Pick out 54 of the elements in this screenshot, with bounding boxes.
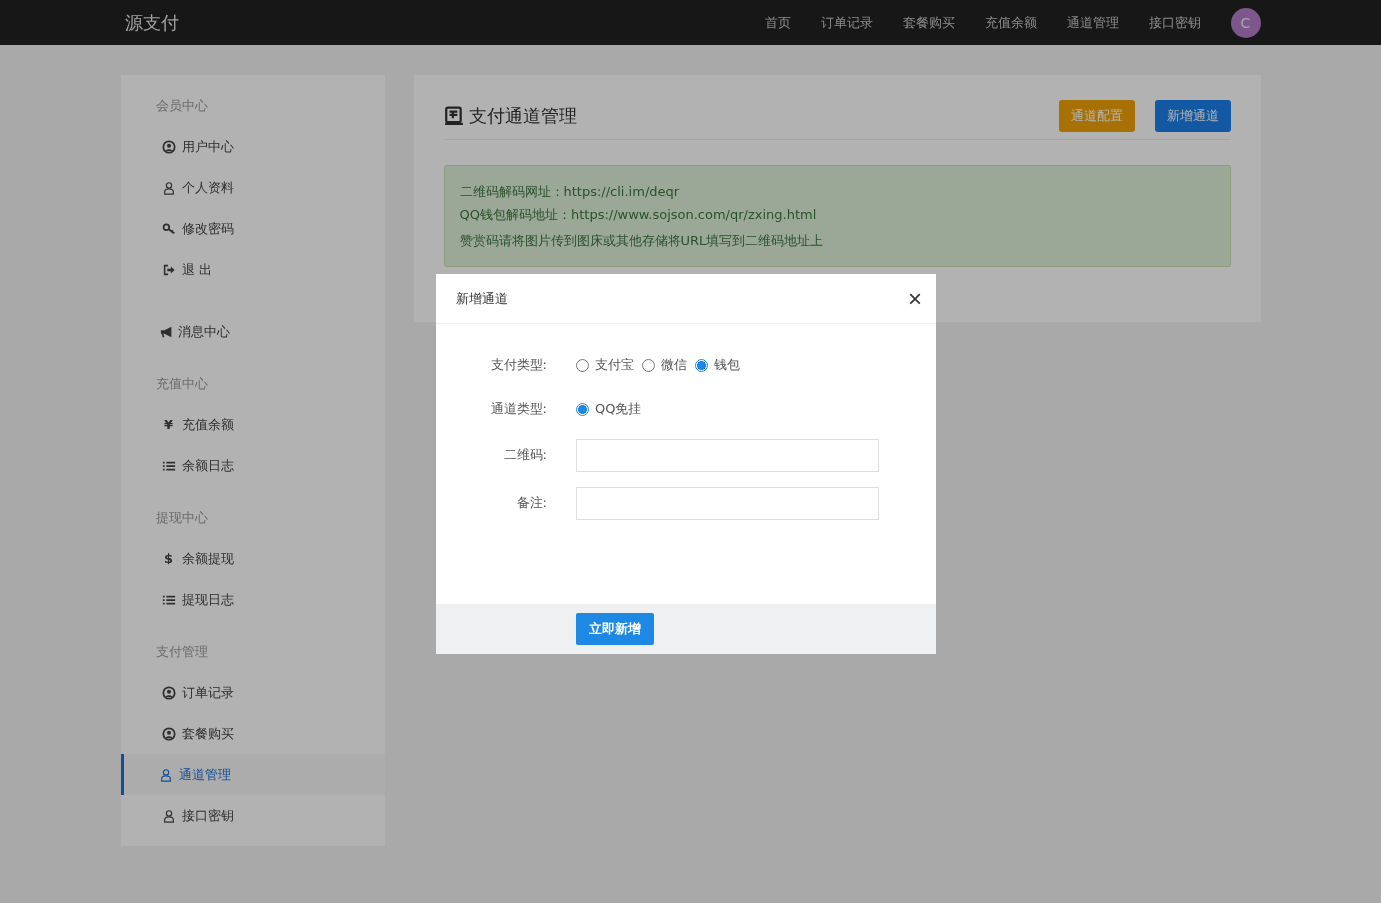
action-button[interactable]: 新增通道 xyxy=(1154,100,1231,132)
field-label: 通道类型: xyxy=(489,400,547,418)
nav-link[interactable]: 首页 xyxy=(749,13,806,32)
user-icon xyxy=(161,726,176,741)
nav-link[interactable]: 接口密钥 xyxy=(1133,13,1216,32)
user-icon xyxy=(161,180,176,195)
key-icon xyxy=(161,221,176,236)
input-field[interactable] xyxy=(576,438,879,472)
user-icon xyxy=(161,139,176,154)
notice-text: QQ钱包解码地址：https://www.sojson.com/qr/zxing.html xyxy=(459,206,818,224)
radio-option[interactable]: 微信 xyxy=(642,356,687,374)
sidebar-item[interactable]: 提现日志 xyxy=(120,579,385,620)
submit-button[interactable]: 立即新增 xyxy=(576,613,654,645)
megaphone-icon xyxy=(159,324,174,339)
notice-text: 二维码解码网址：https://cli.im/deqr xyxy=(459,183,681,201)
sidebar-heading: 提现中心 xyxy=(154,509,209,527)
sidebar-item[interactable]: 余额日志 xyxy=(120,445,385,486)
sidebar-item[interactable]: 订单记录 xyxy=(120,672,385,713)
sidebar-heading: 会员中心 xyxy=(154,97,209,115)
sidebar-item[interactable]: 个人资料 xyxy=(120,167,385,208)
field-label: 二维码: xyxy=(502,446,547,464)
dialog-title: 新增通道 xyxy=(456,289,508,308)
sidebar-item[interactable]: ¥ 充值余额 xyxy=(120,404,385,445)
radio-option[interactable]: 支付宝 xyxy=(576,356,634,374)
sidebar-item[interactable]: $ 余额提现 xyxy=(120,538,385,579)
currency-icon: ¥ xyxy=(161,417,176,432)
sidebar-item[interactable]: 用户中心 xyxy=(120,126,385,167)
sidebar-heading: 支付管理 xyxy=(154,643,209,661)
radio-option[interactable]: QQ免挂 xyxy=(576,400,642,418)
nav-link[interactable]: 套餐购买 xyxy=(887,13,970,32)
brand-logo[interactable]: 源支付 xyxy=(124,10,179,35)
radio-option[interactable]: 钱包 xyxy=(695,356,740,374)
close-button[interactable]: × xyxy=(908,286,922,311)
sidebar-heading: 充值中心 xyxy=(154,375,209,393)
logout-icon xyxy=(161,262,176,277)
sidebar-item[interactable]: 接口密钥 xyxy=(120,795,385,836)
notice-text: 赞赏码请将图片传到图床或其他存储将URL填写到二维码地址上 xyxy=(459,232,825,250)
field-label: 备注: xyxy=(515,494,547,512)
sidebar-item[interactable]: 修改密码 xyxy=(120,208,385,249)
user-icon xyxy=(161,808,176,823)
nav-link[interactable]: 订单记录 xyxy=(805,13,888,32)
user-icon xyxy=(158,767,173,782)
sidebar-item[interactable]: 消息中心 xyxy=(120,311,385,352)
sidebar-item[interactable]: 通道管理 xyxy=(120,754,385,795)
nav-link[interactable]: 充值余额 xyxy=(969,13,1052,32)
field-label: 支付类型: xyxy=(489,356,547,374)
input-field[interactable] xyxy=(576,486,879,520)
currency-icon: $ xyxy=(161,551,176,566)
panel-title: 支付通道管理 xyxy=(468,104,577,128)
document-icon xyxy=(443,106,464,126)
user-icon xyxy=(161,685,176,700)
nav-link[interactable]: 通道管理 xyxy=(1051,13,1134,32)
sidebar-item[interactable]: 套餐购买 xyxy=(120,713,385,754)
sidebar-item[interactable]: 退 出 xyxy=(120,249,385,290)
